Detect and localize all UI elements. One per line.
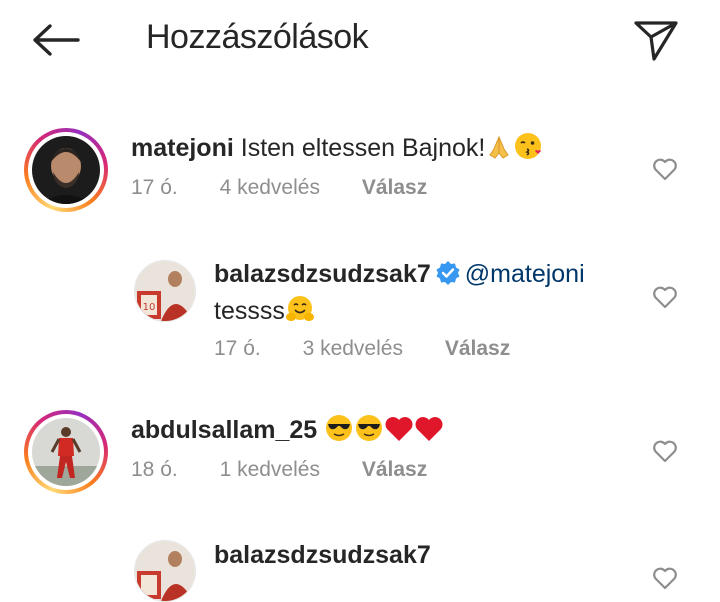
- verified-badge-icon: [436, 261, 460, 285]
- page-title: Hozzászólások: [146, 18, 369, 56]
- comment-time: 17 ó.: [214, 337, 261, 360]
- svg-text:10: 10: [143, 302, 156, 313]
- comment-likes[interactable]: 1 kedvelés: [220, 458, 320, 481]
- reply-button[interactable]: Válasz: [445, 337, 510, 360]
- comment-username[interactable]: balazsdzsudzsak7: [214, 541, 431, 569]
- mention-link[interactable]: @matejoni: [465, 260, 585, 288]
- comment-likes[interactable]: 4 kedvelés: [220, 176, 320, 199]
- sunglasses-emoji: [356, 415, 383, 441]
- like-heart-icon[interactable]: [652, 566, 678, 590]
- like-heart-icon[interactable]: [652, 439, 678, 463]
- hugging-face-emoji: [285, 296, 314, 321]
- comment-time: 18 ó.: [131, 458, 178, 481]
- comment-text: Isten eltessen Bajnok!: [240, 134, 486, 162]
- comment-username[interactable]: balazsdzsudzsak7: [214, 260, 431, 288]
- reply-button[interactable]: Válasz: [362, 176, 427, 199]
- comment-username[interactable]: matejoni: [131, 134, 234, 162]
- kiss-face-emoji: [515, 133, 542, 159]
- header-bar: Hozzászólások: [0, 0, 720, 80]
- send-icon[interactable]: [632, 18, 680, 62]
- red-heart-emoji: [415, 417, 443, 441]
- avatar[interactable]: [24, 128, 108, 212]
- red-heart-emoji: [385, 417, 413, 441]
- like-heart-icon[interactable]: [652, 157, 678, 181]
- avatar[interactable]: [24, 410, 108, 494]
- avatar[interactable]: 10: [134, 260, 196, 322]
- avatar[interactable]: [134, 540, 196, 602]
- like-heart-icon[interactable]: [652, 285, 678, 309]
- back-arrow-icon[interactable]: [30, 22, 82, 58]
- comment-time: 17 ó.: [131, 176, 178, 199]
- comment-likes[interactable]: 3 kedvelés: [303, 337, 403, 360]
- sunglasses-emoji: [326, 415, 353, 441]
- comment-username[interactable]: abdulsallam_25: [131, 416, 317, 444]
- reply-button[interactable]: Válasz: [362, 458, 427, 481]
- folded-hands-emoji: [489, 135, 510, 159]
- comment-text: tessss: [214, 297, 285, 325]
